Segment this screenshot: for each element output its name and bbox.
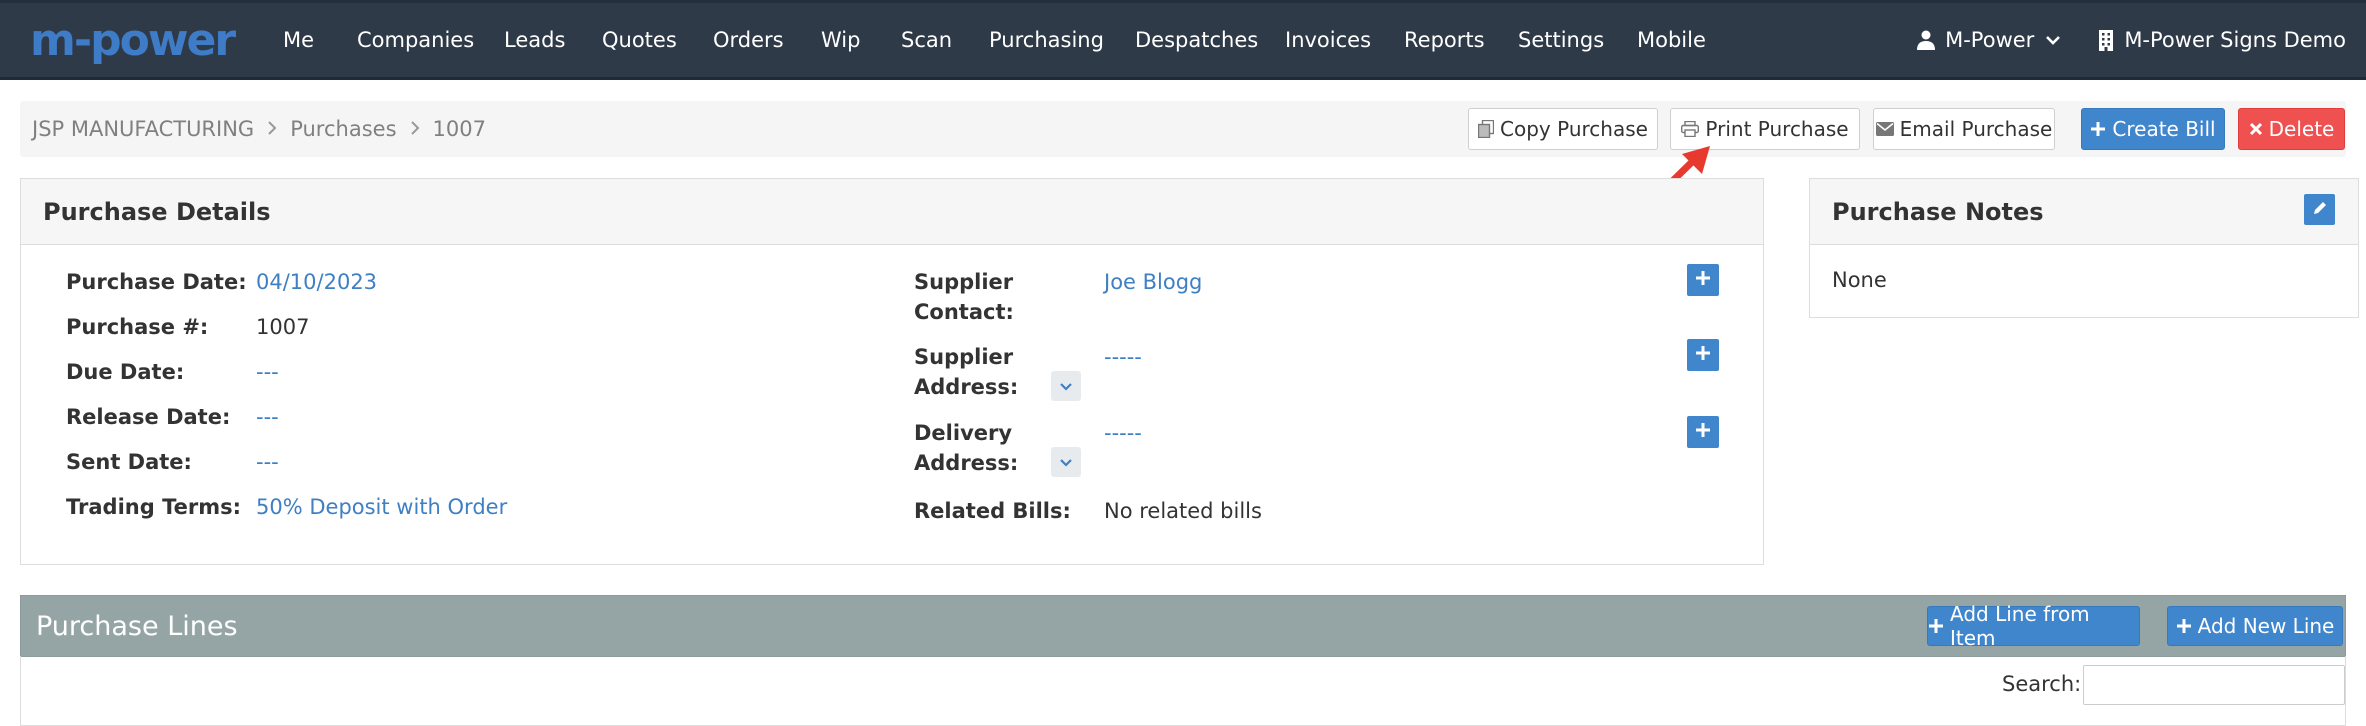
delivery-address-value[interactable]: ----- xyxy=(1104,418,1142,448)
chevron-down-icon xyxy=(2046,35,2061,45)
breadcrumb: JSP MANUFACTURING Purchases 1007 xyxy=(32,101,486,157)
delivery-address-label-line2: Address: xyxy=(914,451,1019,475)
create-bill-label: Create Bill xyxy=(2112,117,2216,141)
user-icon xyxy=(1917,30,1936,50)
purchase-date-label: Purchase Date: xyxy=(66,270,247,294)
sent-date-value[interactable]: --- xyxy=(256,447,279,477)
nav-item-mobile[interactable]: Mobile xyxy=(1637,28,1706,52)
supplier-address-label-line1: Supplier xyxy=(914,345,1014,369)
purchase-lines-title: Purchase Lines xyxy=(36,611,238,642)
copy-purchase-label: Copy Purchase xyxy=(1500,117,1648,141)
purchase-notes-panel: Purchase Notes None xyxy=(1809,178,2359,318)
purchase-notes-body: None xyxy=(1832,268,1887,292)
user-name: M-Power xyxy=(1945,28,2035,52)
breadcrumb-current: 1007 xyxy=(432,117,486,141)
nav-item-purchasing[interactable]: Purchasing xyxy=(989,28,1104,52)
plus-icon xyxy=(1695,270,1711,290)
email-purchase-label: Email Purchase xyxy=(1899,117,2053,141)
add-new-line-button[interactable]: Add New Line xyxy=(2167,606,2343,646)
delete-button[interactable]: Delete xyxy=(2238,108,2345,150)
add-new-line-label: Add New Line xyxy=(2197,614,2335,638)
purchase-details-title: Purchase Details xyxy=(43,198,271,226)
delivery-address-expand-button[interactable] xyxy=(1051,447,1081,477)
nav-item-companies[interactable]: Companies xyxy=(357,28,474,52)
copy-icon xyxy=(1478,120,1495,138)
plus-icon xyxy=(2090,121,2106,137)
add-supplier-contact-button[interactable] xyxy=(1687,264,1719,296)
add-delivery-address-button[interactable] xyxy=(1687,416,1719,448)
sent-date-label: Sent Date: xyxy=(66,450,192,474)
chevron-right-icon xyxy=(267,119,277,140)
purchase-notes-title: Purchase Notes xyxy=(1832,198,2044,226)
building-icon xyxy=(2098,29,2114,51)
nav-item-reports[interactable]: Reports xyxy=(1404,28,1485,52)
company-menu[interactable]: M-Power Signs Demo xyxy=(2098,28,2346,52)
purchase-lines-body xyxy=(20,656,2346,726)
nav-item-scan[interactable]: Scan xyxy=(901,28,952,52)
purchase-lines-header: Purchase Lines Add Line from Item Add Ne… xyxy=(20,595,2346,657)
plus-icon xyxy=(1695,422,1711,442)
plus-icon xyxy=(1928,618,1944,634)
related-bills-label: Related Bills: xyxy=(914,499,1071,523)
nav-right: M-Power M-Power Signs Demo xyxy=(1917,3,2346,77)
supplier-address-label-line2: Address: xyxy=(914,375,1019,399)
due-date-label: Due Date: xyxy=(66,360,185,384)
pencil-icon xyxy=(2312,200,2328,220)
user-menu[interactable]: M-Power xyxy=(1917,28,2061,52)
add-line-from-item-label: Add Line from Item xyxy=(1950,602,2090,650)
envelope-icon xyxy=(1875,122,1894,136)
nav-item-wip[interactable]: Wip xyxy=(821,28,860,52)
trading-terms-value[interactable]: 50% Deposit with Order xyxy=(256,492,507,522)
nav-item-leads[interactable]: Leads xyxy=(504,28,565,52)
print-purchase-label: Print Purchase xyxy=(1705,117,1849,141)
plus-icon xyxy=(1695,345,1711,365)
nav-item-quotes[interactable]: Quotes xyxy=(602,28,677,52)
nav-item-invoices[interactable]: Invoices xyxy=(1285,28,1371,52)
company-name: M-Power Signs Demo xyxy=(2124,28,2346,52)
mpower-logo[interactable]: m-power xyxy=(30,11,236,71)
chevron-down-icon xyxy=(1059,453,1073,472)
due-date-value[interactable]: --- xyxy=(256,357,279,387)
supplier-contact-value[interactable]: Joe Blogg xyxy=(1104,267,1202,297)
purchase-number-label: Purchase #: xyxy=(66,315,209,339)
chevron-right-icon xyxy=(410,119,420,140)
purchase-notes-header: Purchase Notes xyxy=(1810,179,2358,245)
purchase-details-header: Purchase Details xyxy=(21,179,1763,245)
nav-item-orders[interactable]: Orders xyxy=(713,28,784,52)
close-icon xyxy=(2249,122,2263,136)
chevron-down-icon xyxy=(1059,377,1073,396)
supplier-address-label: Supplier Address: xyxy=(914,342,1018,402)
top-navbar: m-power Me Companies Leads Quotes Orders… xyxy=(0,0,2366,80)
trading-terms-label: Trading Terms: xyxy=(66,495,241,519)
breadcrumb-purchases[interactable]: Purchases xyxy=(290,117,396,141)
purchase-date-value[interactable]: 04/10/2023 xyxy=(256,267,377,297)
delete-label: Delete xyxy=(2268,117,2335,141)
plus-icon xyxy=(2176,618,2192,634)
supplier-contact-label-line2: Contact: xyxy=(914,300,1014,324)
edit-notes-button[interactable] xyxy=(2304,194,2335,225)
supplier-address-value[interactable]: ----- xyxy=(1104,342,1142,372)
search-input[interactable] xyxy=(2083,665,2345,705)
delivery-address-label-line1: Delivery xyxy=(914,421,1013,445)
create-bill-button[interactable]: Create Bill xyxy=(2081,108,2225,150)
print-icon xyxy=(1681,121,1700,137)
release-date-value[interactable]: --- xyxy=(256,402,279,432)
nav-item-settings[interactable]: Settings xyxy=(1518,28,1604,52)
breadcrumb-company[interactable]: JSP MANUFACTURING xyxy=(32,117,254,141)
release-date-label: Release Date: xyxy=(66,405,231,429)
add-line-from-item-button[interactable]: Add Line from Item xyxy=(1927,602,2140,650)
related-bills-value: No related bills xyxy=(1104,499,1262,523)
nav-item-me[interactable]: Me xyxy=(283,28,314,52)
supplier-contact-label: Supplier Contact: xyxy=(914,267,1014,327)
delivery-address-label: Delivery Address: xyxy=(914,418,1018,478)
purchase-number-value: 1007 xyxy=(256,315,310,339)
email-purchase-button[interactable]: Email Purchase xyxy=(1873,108,2055,150)
search-label: Search: xyxy=(2002,672,2082,696)
nav-item-despatches[interactable]: Despatches xyxy=(1135,28,1258,52)
supplier-contact-label-line1: Supplier xyxy=(914,270,1014,294)
purchase-details-panel: Purchase Details Purchase Date: 04/10/20… xyxy=(20,178,1764,565)
supplier-address-expand-button[interactable] xyxy=(1051,371,1081,401)
add-supplier-address-button[interactable] xyxy=(1687,339,1719,371)
